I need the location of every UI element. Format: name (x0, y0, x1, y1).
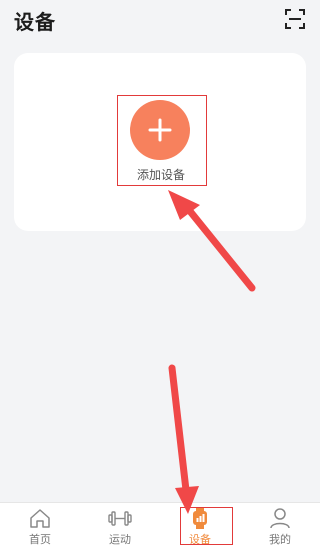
watch-icon (193, 507, 207, 529)
add-device-circle[interactable] (130, 100, 190, 160)
annotation-arrow-to-device-tab (168, 364, 199, 514)
tab-sport[interactable]: 运动 (80, 503, 160, 547)
scan-button[interactable] (284, 8, 306, 30)
person-icon (270, 508, 290, 529)
header: 设备 (0, 0, 320, 44)
tab-device[interactable]: 设备 (160, 503, 240, 547)
scan-icon (285, 9, 305, 29)
bottom-tab-bar: 首页 运动 设备 我的 (0, 502, 320, 547)
plus-icon (148, 118, 172, 142)
device-card: 添加设备 (14, 53, 306, 231)
tab-home-label: 首页 (29, 533, 51, 546)
tab-device-label: 设备 (189, 533, 211, 546)
home-icon (30, 509, 50, 528)
add-device-label: 添加设备 (136, 168, 185, 182)
tab-sport-label: 运动 (109, 533, 131, 546)
tab-home[interactable]: 首页 (0, 503, 80, 547)
tab-mine-label: 我的 (269, 533, 291, 546)
dumbbell-icon (108, 511, 132, 526)
add-device-button[interactable]: 添加设备 (118, 96, 204, 184)
tab-mine[interactable]: 我的 (240, 503, 320, 547)
page-title: 设备 (14, 10, 56, 34)
